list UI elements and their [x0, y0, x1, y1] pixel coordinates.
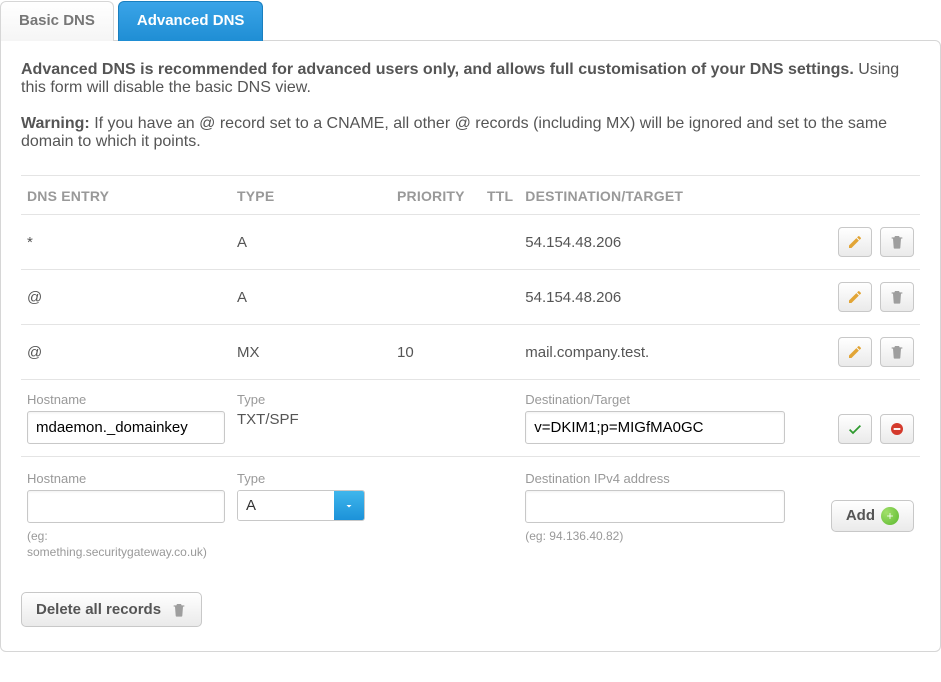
edit-button[interactable] — [838, 282, 872, 312]
add-record-button[interactable]: Add — [831, 500, 914, 532]
dns-records-table: DNS ENTRY TYPE PRIORITY TTL DESTINATION/… — [21, 175, 920, 572]
delete-button[interactable] — [880, 227, 914, 257]
edit-host-label: Hostname — [27, 392, 225, 407]
cell-type: MX — [231, 325, 391, 380]
edit-dest-input[interactable] — [525, 411, 785, 444]
table-row: @ MX 10 mail.company.test. — [21, 325, 920, 380]
table-row: * A 54.154.48.206 — [21, 215, 920, 270]
warning-text: Warning: If you have an @ record set to … — [21, 115, 920, 151]
chevron-down-icon — [343, 500, 355, 512]
cell-ttl — [481, 325, 519, 380]
confirm-button[interactable] — [838, 414, 872, 444]
cell-priority: 10 — [391, 325, 481, 380]
edit-button[interactable] — [838, 227, 872, 257]
cell-priority — [391, 215, 481, 270]
pencil-icon — [847, 289, 863, 305]
check-icon — [847, 421, 863, 437]
trash-icon — [171, 602, 187, 618]
trash-icon — [889, 234, 905, 250]
cell-entry: * — [21, 215, 231, 270]
edit-host-input[interactable] — [27, 411, 225, 444]
edit-type-label: Type — [237, 392, 385, 407]
add-host-hint: (eg: something.securitygateway.co.uk) — [27, 529, 225, 560]
advanced-dns-panel: Advanced DNS is recommended for advanced… — [0, 40, 941, 652]
delete-all-label: Delete all records — [36, 601, 161, 618]
add-dest-hint: (eg: 94.136.40.82) — [525, 529, 804, 545]
cell-priority — [391, 270, 481, 325]
add-type-select[interactable]: A — [237, 490, 365, 521]
stop-icon — [889, 421, 905, 437]
add-button-label: Add — [846, 507, 875, 524]
cell-dest: 54.154.48.206 — [519, 270, 810, 325]
trash-icon — [889, 344, 905, 360]
intro-bold: Advanced DNS is recommended for advanced… — [21, 61, 854, 78]
cell-dest: mail.company.test. — [519, 325, 810, 380]
add-type-dropdown-toggle[interactable] — [334, 491, 364, 520]
add-type-value: A — [238, 491, 334, 520]
warning-label: Warning: — [21, 115, 90, 132]
row-add-new: Hostname (eg: something.securitygateway.… — [21, 457, 920, 573]
th-entry: DNS ENTRY — [21, 176, 231, 215]
delete-button[interactable] — [880, 282, 914, 312]
add-type-label: Type — [237, 471, 385, 486]
th-type: TYPE — [231, 176, 391, 215]
cell-type: A — [231, 215, 391, 270]
table-row: @ A 54.154.48.206 — [21, 270, 920, 325]
cell-entry: @ — [21, 270, 231, 325]
cell-type: A — [231, 270, 391, 325]
pencil-icon — [847, 344, 863, 360]
edit-dest-label: Destination/Target — [525, 392, 804, 407]
row-edit-pending: Hostname Type TXT/SPF Destination/Target — [21, 380, 920, 457]
warning-body: If you have an @ record set to a CNAME, … — [21, 115, 887, 150]
cell-dest: 54.154.48.206 — [519, 215, 810, 270]
th-ttl: TTL — [481, 176, 519, 215]
delete-button[interactable] — [880, 337, 914, 367]
trash-icon — [889, 289, 905, 305]
delete-all-button[interactable]: Delete all records — [21, 592, 202, 627]
plus-icon — [881, 507, 899, 525]
cancel-button[interactable] — [880, 414, 914, 444]
th-priority: PRIORITY — [391, 176, 481, 215]
edit-button[interactable] — [838, 337, 872, 367]
intro-text: Advanced DNS is recommended for advanced… — [21, 61, 920, 97]
edit-type-value: TXT/SPF — [237, 411, 299, 428]
tab-advanced-dns[interactable]: Advanced DNS — [118, 1, 264, 41]
add-host-label: Hostname — [27, 471, 225, 486]
cell-entry: @ — [21, 325, 231, 380]
cell-ttl — [481, 215, 519, 270]
add-dest-input[interactable] — [525, 490, 785, 523]
cell-ttl — [481, 270, 519, 325]
pencil-icon — [847, 234, 863, 250]
tab-basic-dns[interactable]: Basic DNS — [0, 1, 114, 41]
add-host-input[interactable] — [27, 490, 225, 523]
th-dest: DESTINATION/TARGET — [519, 176, 810, 215]
add-dest-label: Destination IPv4 address — [525, 471, 804, 486]
